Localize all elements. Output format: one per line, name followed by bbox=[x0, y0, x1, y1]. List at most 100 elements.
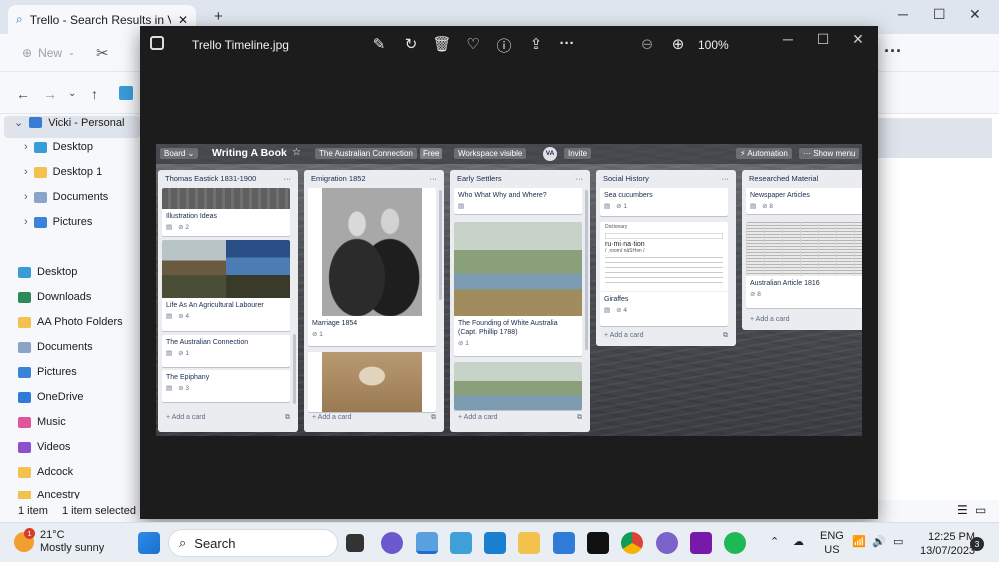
viewer-minimize-icon[interactable]: ─ bbox=[778, 31, 798, 47]
details-view-icon[interactable]: ☰ bbox=[957, 503, 968, 517]
minimize-icon[interactable]: ─ bbox=[898, 6, 908, 22]
folder-icon bbox=[18, 466, 31, 478]
tiktok-icon[interactable] bbox=[587, 532, 609, 554]
taskbar-search[interactable]: ⌕ Search bbox=[168, 529, 338, 557]
clock[interactable]: 12:25 PM 13/07/2023 bbox=[920, 530, 975, 558]
sidebar-item-label: Ancestry bbox=[37, 491, 80, 499]
sidebar-item-label: Desktop 1 bbox=[52, 166, 103, 178]
attachment-count: ⊘ 3 bbox=[178, 385, 190, 392]
sidebar-item[interactable]: ⌄ Vicki - Personal bbox=[14, 116, 125, 130]
sidebar-item[interactable]: Pictures bbox=[18, 366, 77, 378]
favorite-icon[interactable]: ♡ bbox=[463, 35, 483, 53]
info-icon[interactable]: ⓘ bbox=[494, 35, 514, 56]
folder-icon bbox=[18, 391, 31, 403]
app-icon[interactable] bbox=[484, 532, 506, 554]
task-view-icon[interactable] bbox=[346, 534, 364, 552]
notification-badge[interactable]: 3 bbox=[970, 537, 984, 551]
sidebar-item-label: Documents bbox=[52, 191, 109, 203]
sidebar-item[interactable]: Ancestry bbox=[18, 491, 80, 499]
back-icon[interactable]: ← bbox=[16, 86, 30, 102]
zoom-out-icon[interactable]: ⊖ bbox=[637, 35, 657, 53]
trello-card: Dictionary ru·mi·na·tion / ˌroomiˈnāSHən… bbox=[600, 222, 728, 326]
sidebar-item-label: Vicki - Personal bbox=[48, 116, 125, 129]
app-icon-2[interactable] bbox=[656, 532, 678, 554]
language-indicator[interactable]: ENG US bbox=[820, 529, 844, 557]
close-tab-icon[interactable]: ✕ bbox=[178, 13, 188, 27]
more-icon[interactable]: ··· bbox=[884, 41, 902, 62]
folder-icon bbox=[18, 341, 31, 353]
search-icon: ⌕ bbox=[179, 535, 187, 550]
more-options-icon[interactable]: ··· bbox=[557, 35, 577, 52]
onenote-icon[interactable] bbox=[690, 532, 712, 554]
sidebar-item[interactable]: Desktop bbox=[18, 266, 77, 278]
card-title: Illustration Ideas bbox=[166, 213, 217, 220]
recent-chevron-icon[interactable]: ⌄ bbox=[68, 88, 76, 99]
attachment-count: ⊘ 8 bbox=[750, 291, 761, 298]
expand-chevron-icon[interactable]: › bbox=[24, 166, 28, 178]
battery-icon[interactable]: ▭ bbox=[893, 535, 903, 548]
chrome-icon[interactable] bbox=[621, 532, 643, 554]
selected-file-row[interactable] bbox=[878, 118, 992, 158]
cut-icon[interactable]: ✂ bbox=[96, 44, 109, 62]
list-title: Emigration 1852 bbox=[311, 173, 366, 183]
trello-card bbox=[308, 188, 436, 326]
add-card-link: + Add a card bbox=[166, 414, 206, 421]
delete-icon[interactable]: 🗑 bbox=[432, 35, 452, 53]
start-icon[interactable] bbox=[138, 532, 160, 554]
sidebar-item[interactable]: › Pictures bbox=[24, 216, 92, 228]
expand-chevron-icon[interactable]: › bbox=[24, 216, 28, 228]
sidebar-item[interactable]: Documents bbox=[18, 341, 93, 353]
forward-icon[interactable]: → bbox=[43, 86, 57, 102]
volume-icon[interactable]: 🔊 bbox=[872, 535, 886, 548]
viewer-close-icon[interactable]: ✕ bbox=[848, 31, 868, 48]
sidebar-item[interactable]: Videos bbox=[18, 441, 70, 453]
folder-icon bbox=[18, 266, 31, 278]
wifi-icon[interactable]: 📶 bbox=[852, 535, 866, 548]
sidebar-item[interactable]: › Desktop bbox=[24, 141, 93, 153]
share-icon[interactable]: ⇪ bbox=[526, 35, 546, 53]
collapse-chevron-icon[interactable]: ⌄ bbox=[14, 116, 23, 129]
close-icon[interactable]: ✕ bbox=[969, 6, 981, 23]
new-tab-icon[interactable]: + bbox=[214, 8, 223, 25]
chat-icon[interactable] bbox=[381, 532, 403, 554]
sidebar-item-label: Videos bbox=[37, 441, 71, 453]
onedrive-tray-icon[interactable]: ☁ bbox=[793, 535, 804, 548]
card-title: Sea cucumbers bbox=[604, 192, 653, 199]
taskbar: 1 21°C Mostly sunny ⌕ Search ⌃ ☁ ENG US bbox=[0, 522, 999, 562]
sidebar-item[interactable]: AA Photo Folders bbox=[18, 316, 123, 328]
zoom-level: 100% bbox=[698, 38, 729, 52]
tiles-view-icon[interactable]: ▭ bbox=[975, 503, 986, 517]
file-explorer-icon[interactable] bbox=[518, 532, 540, 554]
sidebar-item[interactable]: Adcock bbox=[18, 466, 73, 478]
invite-button: Invite bbox=[564, 148, 592, 159]
list-menu-icon: ··· bbox=[283, 173, 292, 183]
add-card-link: + Add a card bbox=[458, 414, 498, 421]
zoom-in-icon[interactable]: ⊕ bbox=[668, 35, 688, 53]
sidebar-item[interactable]: › Desktop 1 bbox=[24, 166, 102, 178]
sidebar-item[interactable]: › Documents bbox=[24, 191, 108, 203]
expand-chevron-icon[interactable]: › bbox=[24, 191, 28, 203]
up-icon[interactable]: ↑ bbox=[91, 86, 98, 102]
show-hidden-icons-icon[interactable]: ⌃ bbox=[770, 535, 779, 548]
viewer-maximize-icon[interactable]: ☐ bbox=[813, 31, 833, 48]
drawing-app-icon[interactable] bbox=[450, 532, 472, 554]
photos-app-icon[interactable] bbox=[150, 36, 164, 50]
edit-image-icon[interactable]: ✎ bbox=[369, 35, 389, 53]
spotify-icon[interactable] bbox=[724, 532, 746, 554]
sidebar-item-label: AA Photo Folders bbox=[37, 316, 123, 328]
maximize-icon[interactable]: ☐ bbox=[933, 6, 946, 23]
sidebar-item-label: Desktop bbox=[37, 266, 78, 278]
trello-card: Life As An Agricultural Labourer ▤ ⊘ 4 bbox=[162, 240, 290, 331]
sidebar-item[interactable]: OneDrive bbox=[18, 391, 83, 403]
weather-widget[interactable]: 1 21°C Mostly sunny bbox=[14, 528, 104, 555]
rotate-icon[interactable]: ↻ bbox=[401, 35, 421, 53]
description-icon: ▤ bbox=[458, 203, 465, 210]
new-button[interactable]: ⊕ New ⌄ bbox=[22, 46, 75, 60]
sidebar-item[interactable]: Downloads bbox=[18, 291, 91, 303]
viewer-toolbar: Trello Timeline.jpg ✎ ↻ 🗑 ♡ ⓘ ⇪ ··· ⊖ ⊕ … bbox=[140, 26, 878, 64]
calculator-icon[interactable] bbox=[553, 532, 575, 554]
photos-icon[interactable] bbox=[416, 532, 438, 554]
expand-chevron-icon[interactable]: › bbox=[24, 141, 28, 153]
card-title: Who What Why and Where? bbox=[458, 192, 547, 199]
sidebar-item[interactable]: Music bbox=[18, 416, 66, 428]
